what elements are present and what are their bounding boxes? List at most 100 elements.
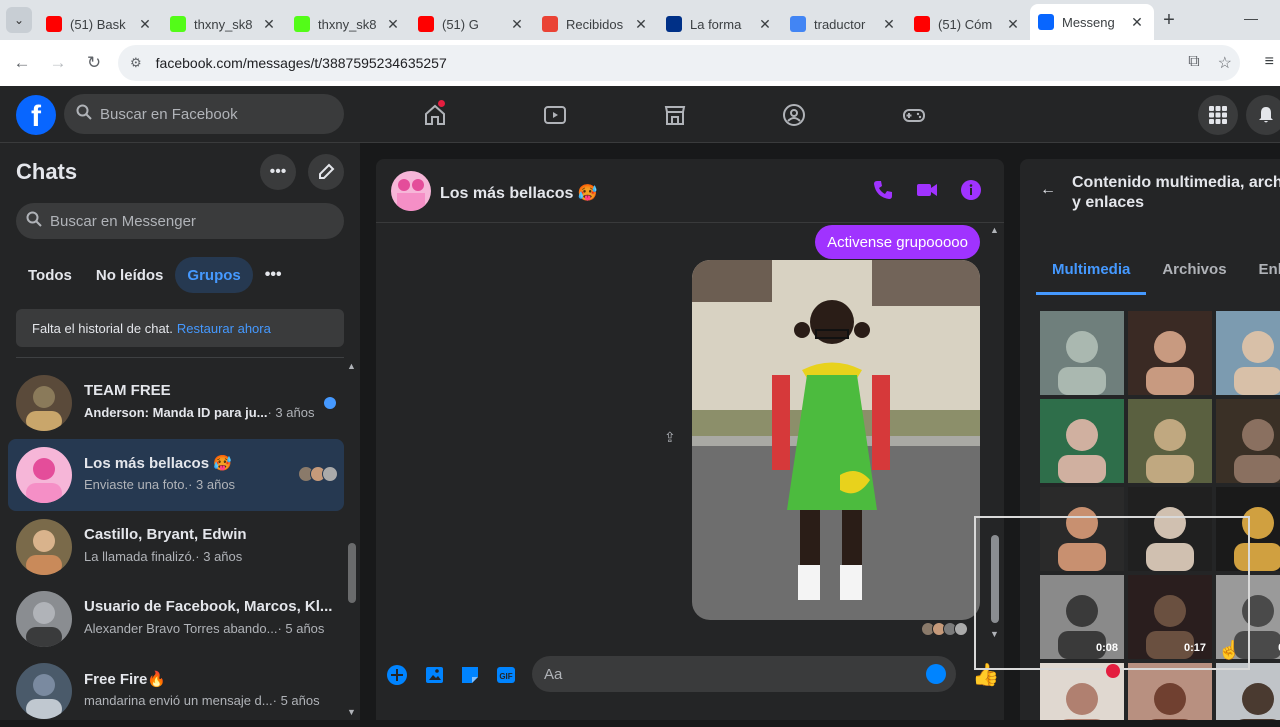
tab-archivos[interactable]: Archivos [1146,243,1242,295]
gif-icon[interactable]: GIF [495,664,517,686]
media-thumbnail[interactable]: 0:17 [1128,575,1212,659]
close-tab-icon[interactable]: ✕ [632,16,650,33]
chat-list-item[interactable]: Castillo, Bryant, Edwin La llamada finali… [8,511,344,583]
chat-list-item[interactable]: Los más bellacos 🥵 Enviaste una foto.· 3 … [8,439,344,511]
tab-multimedia[interactable]: Multimedia [1036,243,1147,295]
media-thumbnail[interactable] [1040,399,1124,483]
nav-groups[interactable] [764,86,824,143]
notifications-button[interactable] [1246,95,1280,135]
phone-icon[interactable] [872,179,894,201]
group-avatar[interactable] [391,171,431,211]
install-app-icon[interactable]: ⧉ [1188,53,1199,73]
browser-tab[interactable]: (51) Cóm ✕ [906,8,1030,40]
info-icon[interactable] [960,179,982,201]
browser-tab[interactable]: (51) G ✕ [410,8,534,40]
bookmark-star-icon[interactable]: ☆ [1218,53,1232,73]
media-thumbnail[interactable] [1128,399,1212,483]
new-tab-button[interactable]: + [1154,9,1184,32]
chat-preview-text: mandarina envió un mensaje d... [84,693,273,708]
browser-tab[interactable]: La forma ✕ [658,8,782,40]
media-thumbnail[interactable] [1128,487,1212,571]
new-message-button[interactable] [308,154,344,190]
media-thumbnail[interactable] [1040,311,1124,395]
nav-video[interactable] [525,86,585,143]
facebook-search-input[interactable]: Buscar en Facebook [64,94,344,134]
emoji-icon[interactable] [926,664,946,684]
video-call-icon[interactable] [916,179,938,201]
chat-avatar [16,663,72,719]
share-icon[interactable]: ⇪ [664,429,676,446]
sticker-icon[interactable] [459,664,481,686]
media-thumbnail[interactable] [1128,663,1212,720]
sent-message-bubble[interactable]: Activense grupooooo [815,225,980,259]
chat-list-item[interactable]: Usuario de Facebook, Marcos, Kl... Alexan… [8,583,344,655]
tab-search-button[interactable]: ⌄ [0,0,38,40]
nav-marketplace[interactable] [645,86,705,143]
scrollbar-thumb[interactable] [348,543,356,603]
browser-tab[interactable]: traductor ✕ [782,8,906,40]
media-thumbnail[interactable] [1216,663,1280,720]
media-thumbnail[interactable] [1216,399,1280,483]
close-tab-icon[interactable]: ✕ [136,16,154,33]
back-arrow-icon[interactable]: ← [1040,181,1056,199]
menu-icon[interactable]: ≡ [1265,53,1274,71]
conversation-scrollbar[interactable]: ▲ ▼ [988,225,1002,641]
restore-link[interactable]: Restaurar ahora [177,321,271,336]
scroll-up-arrow-icon[interactable]: ▲ [347,361,356,371]
close-tab-icon[interactable]: ✕ [508,16,526,33]
close-tab-icon[interactable]: ✕ [260,16,278,33]
close-tab-icon[interactable]: ✕ [880,16,898,33]
scroll-down-arrow-icon[interactable]: ▼ [347,707,356,717]
svg-text:GIF: GIF [499,672,512,681]
close-tab-icon[interactable]: ✕ [1004,16,1022,33]
scroll-down-arrow-icon[interactable]: ▼ [990,629,999,639]
close-tab-icon[interactable]: ✕ [1128,14,1146,31]
back-arrow-icon[interactable]: ← [4,53,40,73]
chat-options-button[interactable]: ••• [260,154,296,190]
browser-tab[interactable]: Recibidos ✕ [534,8,658,40]
unread-dot [324,397,336,409]
marketplace-icon [664,105,686,125]
menu-grid-button[interactable] [1198,95,1238,135]
chat-preview: mandarina envió un mensaje d...· 5 años [84,693,320,708]
nav-gaming[interactable] [884,86,944,143]
chat-list-item[interactable]: Free Fire🔥 mandarina envió un mensaje d..… [8,655,344,727]
media-thumbnail[interactable]: 0:08 [1040,575,1124,659]
filter-grupos[interactable]: Grupos [175,257,253,293]
browser-tab[interactable]: Messeng ✕ [1030,4,1154,40]
facebook-logo[interactable]: f [16,95,56,135]
close-tab-icon[interactable]: ✕ [384,16,402,33]
nav-home[interactable] [405,86,465,143]
image-icon[interactable] [423,664,445,686]
site-info-icon[interactable]: ⚙ [130,55,142,71]
browser-tab[interactable]: (51) Bask ✕ [38,8,162,40]
media-thumbnail[interactable] [1216,311,1280,395]
reload-icon[interactable]: ↻ [76,53,112,73]
filter-no-leidos[interactable]: No leídos [84,257,176,293]
video-duration: 0:17 [1183,642,1206,654]
close-tab-icon[interactable]: ✕ [756,16,774,33]
thumbs-up-icon[interactable]: 👍 [972,662,999,688]
tab-enlaces[interactable]: Enla [1243,243,1280,295]
browser-tab[interactable]: thxny_sk8 ✕ [286,8,410,40]
forward-arrow-icon[interactable]: → [40,53,76,73]
chat-list-item[interactable]: TEAM FREE Anderson: Manda ID para ju...· … [8,367,344,439]
browser-tab[interactable]: thxny_sk8 ✕ [162,8,286,40]
browser-tab-title: (51) Bask [70,16,126,32]
more-icon: ••• [269,163,287,180]
scroll-up-arrow-icon[interactable]: ▲ [990,225,999,235]
minimize-window-button[interactable]: — [1244,10,1258,26]
scrollbar-thumb[interactable] [991,535,999,623]
filter-more-button[interactable]: ••• [253,257,294,293]
messenger-search-input[interactable]: Buscar en Messenger [16,203,344,239]
shared-photo[interactable] [692,260,980,620]
media-thumbnail[interactable] [1128,311,1212,395]
url-field[interactable]: ⚙ facebook.com/messages/t/38875952346352… [118,45,1240,81]
plus-icon[interactable] [386,664,408,686]
media-thumbnail[interactable] [1216,487,1280,571]
conversation-title[interactable]: Los más bellacos 🥵 [440,183,598,203]
media-thumbnail[interactable] [1040,487,1124,571]
sidebar-scrollbar[interactable]: ▲ ▼ [344,361,360,718]
message-input[interactable]: Aa [532,656,956,692]
filter-todos[interactable]: Todos [16,257,84,293]
